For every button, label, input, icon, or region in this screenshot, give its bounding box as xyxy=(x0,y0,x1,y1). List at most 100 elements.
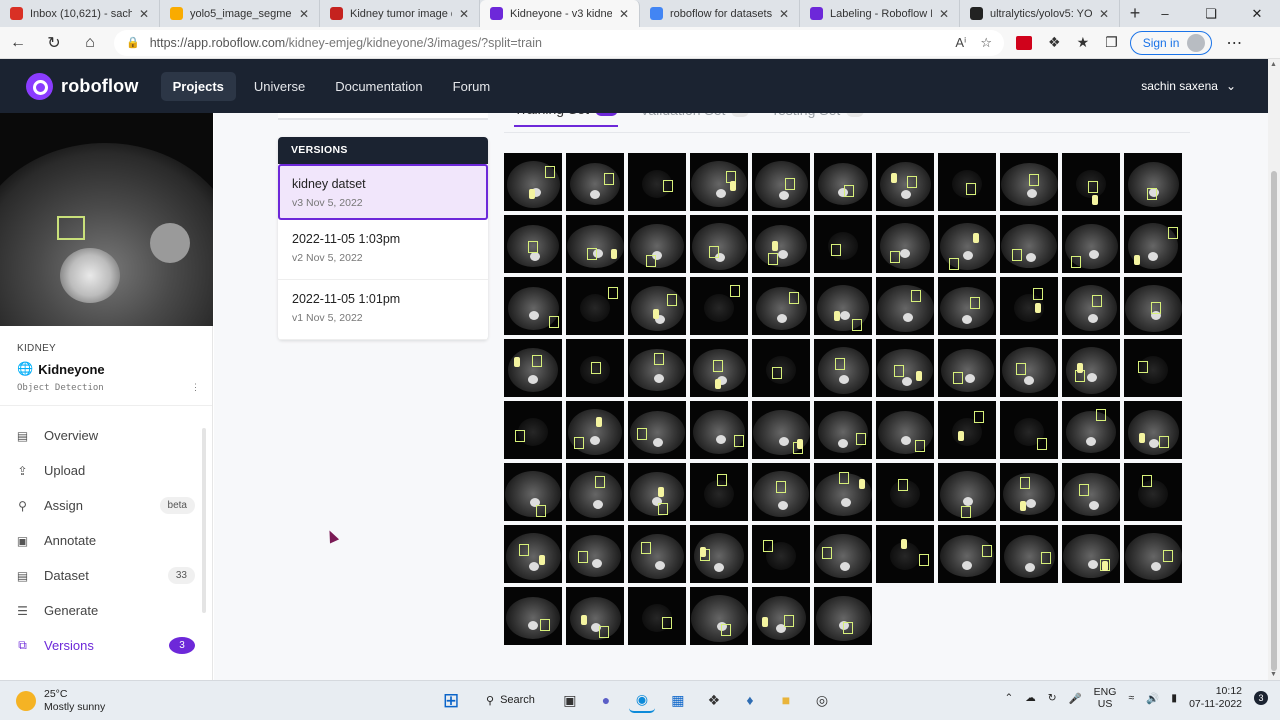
image-thumbnail[interactable] xyxy=(938,339,996,397)
image-thumbnail[interactable] xyxy=(690,153,748,211)
file-explorer-icon[interactable]: ■ xyxy=(773,687,799,713)
image-thumbnail[interactable] xyxy=(752,153,810,211)
sidebar-item-overview[interactable]: ▤ Overview xyxy=(0,418,212,453)
image-thumbnail[interactable] xyxy=(1000,463,1058,521)
image-thumbnail[interactable] xyxy=(1124,215,1182,273)
image-thumbnail[interactable] xyxy=(628,215,686,273)
image-thumbnail[interactable] xyxy=(1062,463,1120,521)
image-thumbnail[interactable] xyxy=(566,587,624,645)
image-thumbnail[interactable] xyxy=(876,153,934,211)
nav-universe[interactable]: Universe xyxy=(242,72,317,101)
image-thumbnail[interactable] xyxy=(504,215,562,273)
image-thumbnail[interactable] xyxy=(504,463,562,521)
image-thumbnail[interactable] xyxy=(628,525,686,583)
image-thumbnail[interactable] xyxy=(1000,525,1058,583)
image-thumbnail[interactable] xyxy=(504,153,562,211)
page-scrollbar[interactable]: ▲ ▼ xyxy=(1268,59,1280,680)
taskbar-search[interactable]: ⚲ Search xyxy=(474,687,547,713)
image-thumbnail[interactable] xyxy=(1062,339,1120,397)
sign-in-button[interactable]: Sign in xyxy=(1129,30,1213,55)
image-thumbnail[interactable] xyxy=(504,587,562,645)
image-thumbnail[interactable] xyxy=(1062,277,1120,335)
store-icon[interactable]: ▦ xyxy=(665,687,691,713)
python-icon[interactable]: ♦ xyxy=(737,687,763,713)
image-thumbnail[interactable] xyxy=(690,277,748,335)
browser-tab[interactable]: Kidneyone - v3 kidney ✕ xyxy=(480,0,640,27)
image-thumbnail[interactable] xyxy=(566,153,624,211)
image-thumbnail[interactable] xyxy=(566,339,624,397)
sidebar-item-generate[interactable]: ☰ Generate xyxy=(0,593,212,628)
chrome-icon[interactable]: ◎ xyxy=(809,687,835,713)
home-icon[interactable]: ⌂ xyxy=(72,34,108,52)
image-thumbnail[interactable] xyxy=(1062,215,1120,273)
extension-red-icon[interactable] xyxy=(1016,35,1032,50)
image-thumbnail[interactable] xyxy=(1124,153,1182,211)
close-tab-icon[interactable]: ✕ xyxy=(619,7,629,21)
image-thumbnail[interactable] xyxy=(1124,463,1182,521)
image-thumbnail[interactable] xyxy=(690,525,748,583)
windows-start-icon[interactable]: ⊞ xyxy=(438,687,464,713)
browser-tab[interactable]: Kidney tumor image da ✕ xyxy=(320,0,480,27)
image-thumbnail[interactable] xyxy=(566,215,624,273)
version-item[interactable]: 2022-11-05 1:01pm v1 Nov 5, 2022 xyxy=(278,280,488,340)
scrollbar-thumb[interactable] xyxy=(1271,171,1277,671)
image-thumbnail[interactable] xyxy=(814,153,872,211)
image-thumbnail[interactable] xyxy=(1000,339,1058,397)
extensions-icon[interactable]: ❖ xyxy=(1048,34,1061,51)
image-thumbnail[interactable] xyxy=(752,401,810,459)
image-thumbnail[interactable] xyxy=(814,339,872,397)
image-thumbnail[interactable] xyxy=(938,525,996,583)
image-thumbnail[interactable] xyxy=(752,215,810,273)
image-thumbnail[interactable] xyxy=(938,277,996,335)
browser-tab[interactable]: yolo5_image_segmenta ✕ xyxy=(160,0,320,27)
image-thumbnail[interactable] xyxy=(814,463,872,521)
tray-expand-icon[interactable]: ⌃ xyxy=(1004,692,1013,704)
sidebar-item-upload[interactable]: ⇪ Upload xyxy=(0,453,212,488)
version-item[interactable]: 2022-11-05 1:03pm v2 Nov 5, 2022 xyxy=(278,220,488,280)
image-thumbnail[interactable] xyxy=(690,463,748,521)
sidebar-item-annotate[interactable]: ▣ Annotate xyxy=(0,523,212,558)
image-thumbnail[interactable] xyxy=(1062,153,1120,211)
notification-badge[interactable]: 3 xyxy=(1254,691,1268,705)
image-thumbnail[interactable] xyxy=(752,463,810,521)
scroll-down-icon[interactable]: ▼ xyxy=(1270,671,1277,678)
image-thumbnail[interactable] xyxy=(814,587,872,645)
image-thumbnail[interactable] xyxy=(814,401,872,459)
image-thumbnail[interactable] xyxy=(690,401,748,459)
sync-icon[interactable]: ↻ xyxy=(1048,692,1057,704)
tab-testing-set[interactable]: Testing Set 0 xyxy=(771,113,864,127)
image-thumbnail[interactable] xyxy=(628,339,686,397)
nav-forum[interactable]: Forum xyxy=(441,72,503,101)
close-tab-icon[interactable]: ✕ xyxy=(459,7,469,21)
sidebar-item-versions[interactable]: ⧉ Versions 3 xyxy=(0,628,212,663)
user-menu[interactable]: sachin saxena ⌄ xyxy=(1141,79,1236,93)
battery-icon[interactable]: ▮ xyxy=(1171,692,1177,704)
image-thumbnail[interactable] xyxy=(1124,525,1182,583)
close-tab-icon[interactable]: ✕ xyxy=(779,7,789,21)
image-thumbnail[interactable] xyxy=(752,587,810,645)
nav-documentation[interactable]: Documentation xyxy=(323,72,434,101)
collections-icon[interactable]: ❐ xyxy=(1105,34,1118,51)
image-thumbnail[interactable] xyxy=(504,525,562,583)
nav-projects[interactable]: Projects xyxy=(160,71,236,101)
url-field[interactable]: 🔒 https://app.roboflow.com/kidney-emjeg/… xyxy=(114,29,1004,56)
image-thumbnail[interactable] xyxy=(876,339,934,397)
browser-tab[interactable]: ultralytics/yolov5: YOLO ✕ xyxy=(960,0,1120,27)
image-thumbnail[interactable] xyxy=(566,401,624,459)
language-indicator[interactable]: ENG US xyxy=(1094,686,1117,710)
tab-training-set[interactable]: Training Set 83 xyxy=(514,113,619,127)
image-thumbnail[interactable] xyxy=(876,277,934,335)
image-thumbnail[interactable] xyxy=(566,463,624,521)
image-thumbnail[interactable] xyxy=(504,401,562,459)
minimize-icon[interactable]: – xyxy=(1142,0,1188,27)
wifi-icon[interactable]: ≈ xyxy=(1128,692,1134,704)
image-thumbnail[interactable] xyxy=(566,277,624,335)
browser-tab[interactable]: roboflow for datasets, i ✕ xyxy=(640,0,800,27)
close-window-icon[interactable]: ✕ xyxy=(1234,0,1280,27)
image-thumbnail[interactable] xyxy=(1000,401,1058,459)
image-thumbnail[interactable] xyxy=(876,401,934,459)
browser-tab[interactable]: Labeling - Roboflow Bl ✕ xyxy=(800,0,960,27)
maximize-icon[interactable]: ❏ xyxy=(1188,0,1234,27)
image-thumbnail[interactable] xyxy=(690,339,748,397)
image-thumbnail[interactable] xyxy=(628,277,686,335)
